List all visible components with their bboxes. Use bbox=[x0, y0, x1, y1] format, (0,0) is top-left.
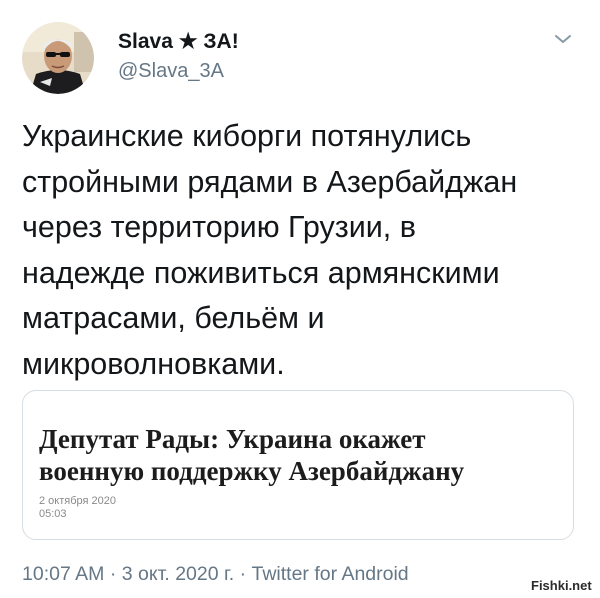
article-time: 05:03 bbox=[39, 508, 67, 520]
user-avatar-icon bbox=[22, 22, 94, 94]
tweet-text-line: Украинские киборги потянулись bbox=[22, 119, 472, 153]
article-timestamp: 2 октября 2020 05:03 bbox=[39, 495, 116, 521]
article-date: 2 октября 2020 bbox=[39, 495, 116, 507]
article-headline-line: Депутат Рады: Украина окажет bbox=[39, 424, 426, 454]
tweet-menu-button[interactable] bbox=[552, 30, 574, 48]
tweet-text-line: микроволновками. bbox=[22, 346, 285, 381]
link-preview-card[interactable]: Депутат Рады: Украина окажет военную под… bbox=[22, 390, 574, 540]
tweet-metadata: 10:07 AM · 3 окт. 2020 г. · Twitter for … bbox=[22, 563, 409, 586]
avatar[interactable] bbox=[22, 22, 94, 94]
tweet-text-line: стройными рядами в Азербайджан bbox=[22, 164, 518, 199]
tweet: Slava ★ ЗА! @Slava_3A Украинские киборги… bbox=[0, 0, 600, 598]
tweet-text-line: матрасами, бельём и bbox=[22, 301, 325, 335]
tweet-text: Украинские киборги потянулись стройными … bbox=[22, 114, 592, 387]
tweet-text-line: через территорию Грузии, в bbox=[22, 210, 416, 244]
tweet-time[interactable]: 10:07 AM bbox=[22, 563, 104, 585]
tweet-date[interactable]: 3 окт. 2020 г. bbox=[122, 563, 234, 585]
article-headline: Депутат Рады: Украина окажет военную под… bbox=[39, 423, 569, 487]
tweet-source[interactable]: Twitter for Android bbox=[252, 563, 409, 585]
display-name[interactable]: Slava ★ ЗА! bbox=[118, 29, 239, 54]
article-headline-line: военную поддержку Азербайджану bbox=[39, 456, 465, 486]
watermark: Fishki.net bbox=[527, 578, 596, 593]
separator: · bbox=[109, 563, 117, 585]
tweet-text-line: надежде поживиться армянскими bbox=[22, 255, 500, 290]
separator: · bbox=[239, 563, 247, 585]
chevron-down-icon bbox=[555, 35, 571, 43]
user-handle[interactable]: @Slava_3A bbox=[118, 60, 224, 83]
